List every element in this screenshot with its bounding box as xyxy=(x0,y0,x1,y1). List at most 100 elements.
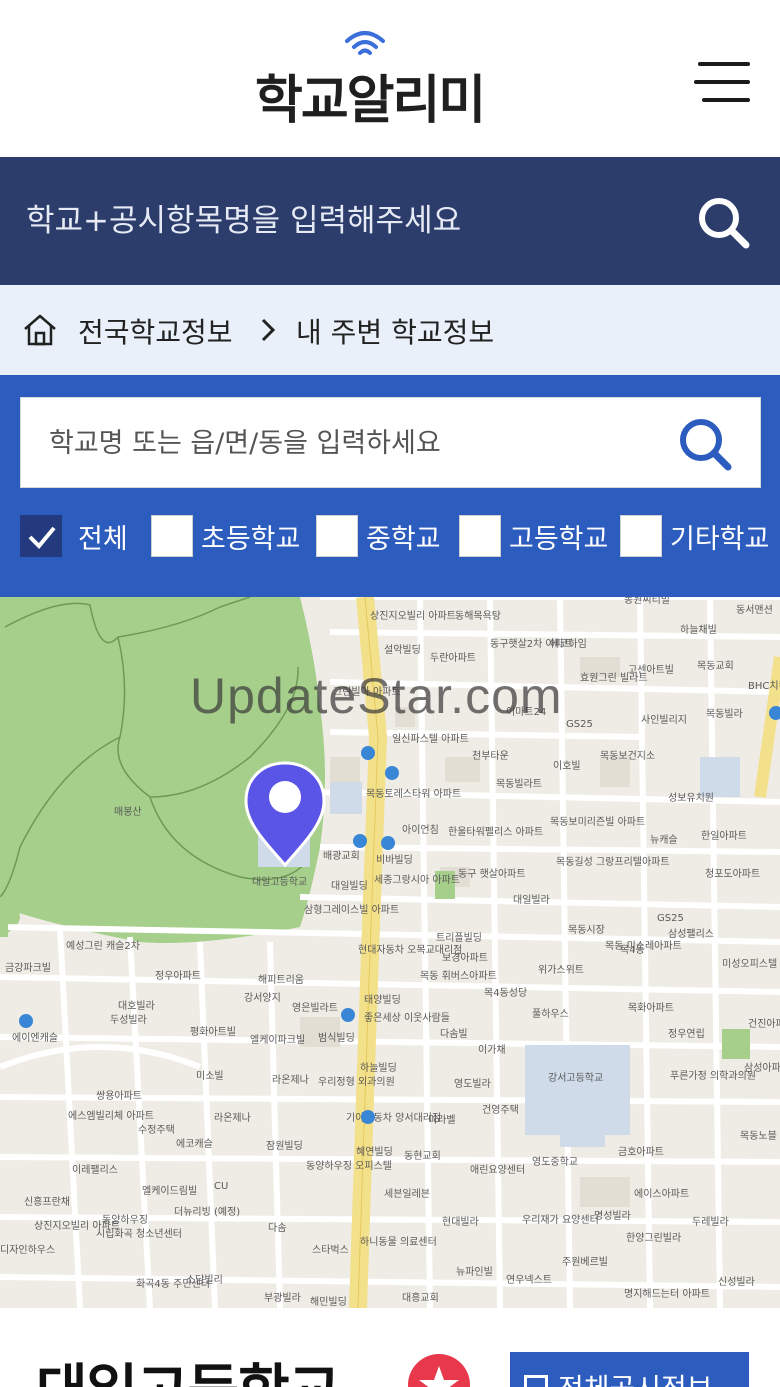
breadcrumb-item-nearby[interactable]: 내 주변 학교정보 xyxy=(296,311,494,351)
map-label: 잠원빌딩 xyxy=(266,1140,303,1152)
checkbox-box[interactable] xyxy=(459,515,501,557)
map-label: 세븐일레븐 xyxy=(384,1188,430,1200)
map-label: 정우아파트 xyxy=(155,970,201,982)
map-label: 풀하우스 xyxy=(532,1007,569,1020)
checkbox-elementary[interactable]: 초등학교 xyxy=(151,515,300,557)
map-label: GS25 xyxy=(566,719,593,730)
checkbox-other[interactable]: 기타학교 xyxy=(620,515,769,557)
map-label: 애린요양센터 xyxy=(470,1164,525,1176)
map-label: CU xyxy=(214,1181,228,1192)
map-label: 우리재가 요양센터 xyxy=(522,1214,599,1226)
search-icon[interactable] xyxy=(694,193,754,253)
star-icon xyxy=(419,1366,459,1387)
checkbox-box[interactable] xyxy=(316,515,358,557)
map-label: BHC치킨 xyxy=(748,680,780,692)
map-label: 혜연빌딩 xyxy=(356,1146,393,1158)
favorite-button[interactable] xyxy=(408,1354,470,1387)
checkbox-label: 초등학교 xyxy=(201,523,301,555)
map-label: 라온제나 xyxy=(214,1112,251,1124)
map-label: 한울타워펠리스 아파트 xyxy=(448,825,543,838)
school-filter-panel: 전체 초등학교 중학교 고등학교 기타학교 xyxy=(0,375,780,597)
watermark-text: UpdateStar.com xyxy=(190,668,563,724)
map-label: 태양빌딩 xyxy=(364,994,401,1006)
map-label: 범식빌딩 xyxy=(318,1032,355,1044)
map-label: 명성빌라 xyxy=(594,1210,631,1222)
map-label: 일신파스텔 아파트 xyxy=(392,733,469,745)
map-label: 명지해드는터 아파트 xyxy=(624,1287,710,1300)
search-icon[interactable] xyxy=(675,414,735,474)
map-label: 목동보건지소 xyxy=(600,750,655,762)
map-label: 한양그린빌라 xyxy=(626,1232,681,1244)
document-icon xyxy=(524,1375,548,1387)
checkbox-all[interactable]: 전체 xyxy=(20,515,128,557)
hamburger-menu-icon[interactable] xyxy=(694,60,754,108)
map-label: 목동보미리즌빌 아파트 xyxy=(550,816,645,828)
checkbox-high[interactable]: 고등학교 xyxy=(459,515,608,557)
map-label: 좋은세상 이웃사람들 xyxy=(364,1011,450,1024)
map-label: 성보유치원 xyxy=(668,792,714,804)
map-label: 목동 휘버스아파트 xyxy=(420,970,497,982)
map-label: 미소빌 xyxy=(196,1070,224,1082)
map-label: 엘케이파크빌 xyxy=(250,1033,305,1046)
map-label: 부광빌라 xyxy=(264,1292,301,1304)
map-label: 동해목욕탕 xyxy=(455,609,501,622)
map-label: 해민빌딩 xyxy=(310,1295,347,1308)
global-search-input[interactable] xyxy=(26,191,666,251)
all-disclosure-button[interactable]: 전체공시정보 xyxy=(510,1352,749,1387)
map-label: 한일아파트 xyxy=(701,830,747,842)
map-label: 예성그린 캐슬2차 xyxy=(66,940,140,952)
checkbox-checked-icon[interactable] xyxy=(20,515,62,557)
school-map[interactable]: 상진지오빌리 아파트 동해목욕탕 설악빌딩 두란아파트 동구햇살2차 아파트 에… xyxy=(0,597,780,1308)
map-label: 삼성팰리스 xyxy=(668,928,714,940)
map-label: 디자인하우스 xyxy=(0,1243,55,1256)
map-label: 엘케이드림빌 xyxy=(142,1184,197,1197)
map-label: 목4동 xyxy=(620,944,645,956)
map-label: 건진아파트 xyxy=(748,1018,780,1030)
home-icon[interactable] xyxy=(22,312,58,348)
map-label: 현대빌라 xyxy=(442,1216,479,1228)
school-info-card: 대일고등학교 전체공시정보 xyxy=(0,1308,780,1387)
map-label: 영은빌라트 xyxy=(292,1002,338,1014)
marker-label: 대일고등학교 xyxy=(252,876,307,888)
map-label: 삼성아파트 xyxy=(744,1062,780,1074)
checkbox-label: 전체 xyxy=(78,523,128,555)
map-label: 뉴캐슬 xyxy=(650,834,678,846)
map-label: 해피트리움 xyxy=(258,973,304,986)
map-label: 신흥프란채 xyxy=(24,1195,70,1208)
school-search-box xyxy=(20,397,761,488)
map-label: 영도빌라 xyxy=(454,1078,491,1090)
map-label: 설악빌딩 xyxy=(384,644,421,656)
map-label: 효원그린 빌라트 xyxy=(580,672,648,684)
map-label: 트리플빌딩 xyxy=(436,932,482,944)
map-label: 두란아파트 xyxy=(430,652,476,664)
app-header: 학교알리미 xyxy=(0,0,780,157)
map-label: 목동길성 그랑프리텔아파트 xyxy=(556,855,670,868)
checkbox-label: 기타학교 xyxy=(670,523,770,555)
map-label: 삼형그레이스빌 아파트 xyxy=(304,904,399,916)
checkbox-box[interactable] xyxy=(620,515,662,557)
global-search-bar xyxy=(0,157,780,285)
map-label: 두성빌라 xyxy=(110,1014,147,1026)
site-logo[interactable]: 학교알리미 xyxy=(255,28,495,131)
map-label: 대호빌라 xyxy=(118,1000,155,1012)
map-label: 비바빌딩 xyxy=(376,854,413,866)
checkbox-box[interactable] xyxy=(151,515,193,557)
map-label: 이가채 xyxy=(478,1044,506,1056)
map-label: 하늘채빌 xyxy=(680,623,717,636)
map-label: 목동빌라 xyxy=(706,708,743,720)
map-label: 건영주택 xyxy=(482,1104,519,1116)
map-label: 대일빌라 xyxy=(513,894,550,906)
breadcrumb: 전국학교정보 내 주변 학교정보 xyxy=(0,285,780,375)
wifi-icon xyxy=(345,31,385,55)
school-search-input[interactable] xyxy=(49,416,649,470)
map-label: 목동노블 아파트 xyxy=(740,1130,780,1142)
breadcrumb-item-national[interactable]: 전국학교정보 xyxy=(78,311,233,351)
map-label: 대흥교회 xyxy=(402,1291,439,1304)
logo-text: 학교알리미 xyxy=(255,71,486,131)
map-label: 미라벨 xyxy=(428,1114,456,1126)
map-label: 소담빌리 xyxy=(186,1274,223,1286)
map-label: 동양하우징 오피스텔 xyxy=(306,1159,392,1172)
checkbox-middle[interactable]: 중학교 xyxy=(316,515,441,557)
checkbox-label: 중학교 xyxy=(366,523,441,555)
map-label: 우리정형 외과의원 xyxy=(318,1076,395,1088)
